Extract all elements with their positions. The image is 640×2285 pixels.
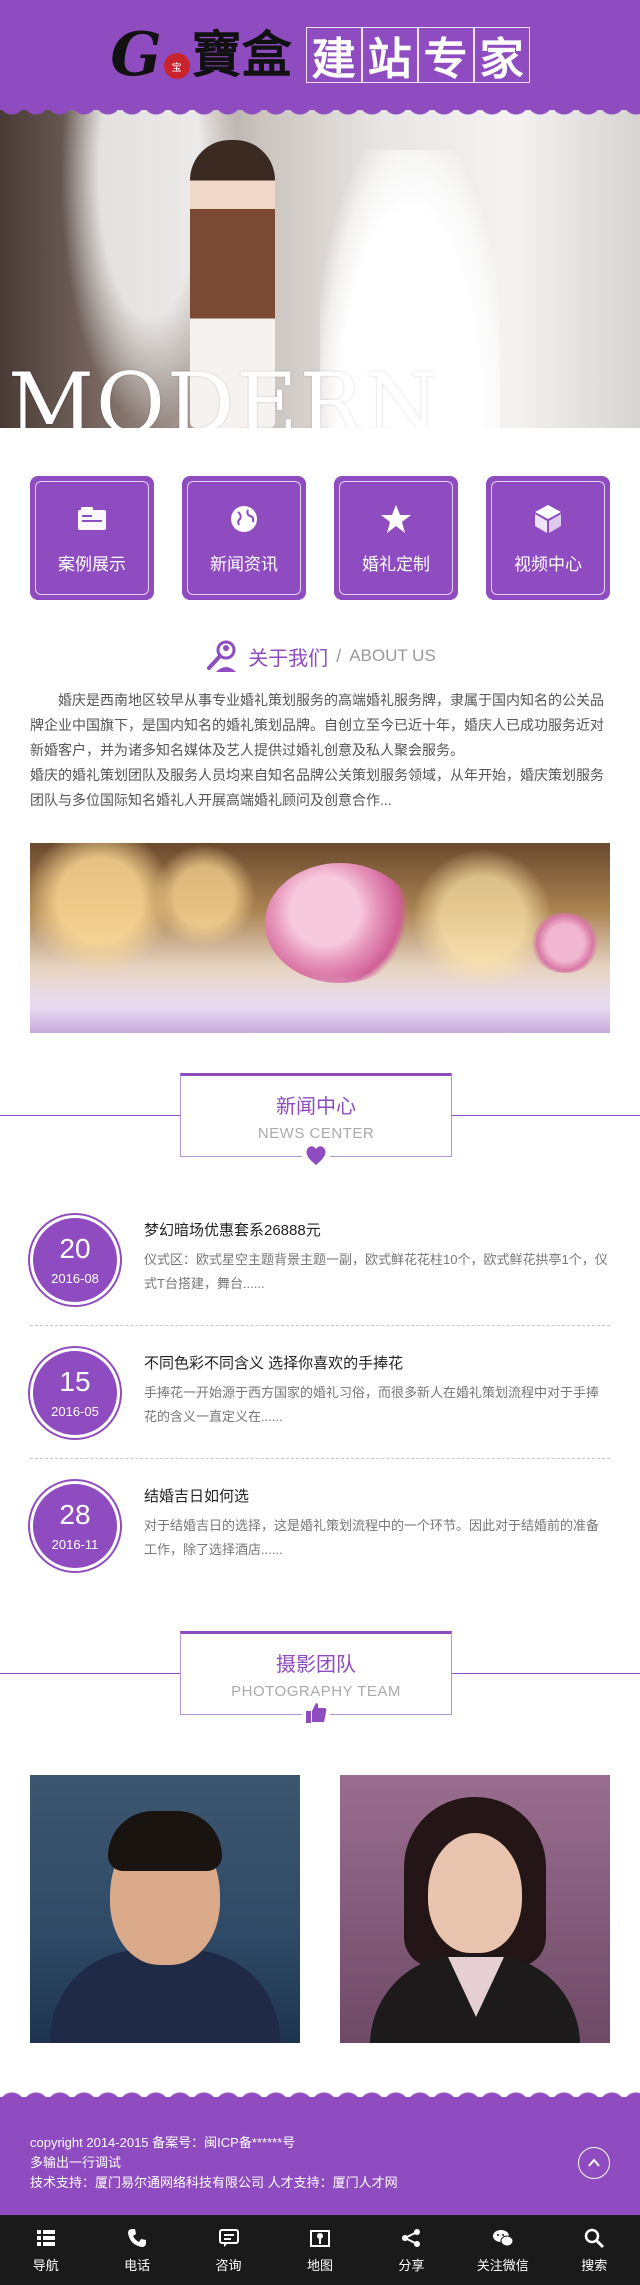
tab-label: 电话 [124, 2257, 151, 2273]
site-footer: copyright 2014-2015 备案号：闽ICP备******号 多输出… [0, 2089, 640, 2215]
quick-nav-wedding[interactable]: 婚礼定制 [334, 476, 458, 600]
tab-label: 搜索 [581, 2257, 608, 2273]
news-section-title: 新闻中心 NEWS CENTER [0, 1073, 640, 1183]
tab-share[interactable]: 分享 [367, 2227, 455, 2274]
news-desc: 对于结婚吉日的选择，这是婚礼策划流程中的一个环节。因此对于结婚前的准备工作，除了… [144, 1518, 600, 1557]
banner-overlay-text: MODERN [8, 355, 441, 428]
quick-nav-label: 婚礼定制 [362, 554, 430, 574]
about-subtitle: ABOUT US [349, 646, 436, 665]
date-day: 20 [59, 1232, 91, 1264]
quick-nav-label: 视频中心 [514, 554, 582, 574]
chat-icon [218, 2228, 239, 2247]
date-day: 15 [59, 1365, 91, 1397]
news-title-en: NEWS CENTER [257, 1125, 375, 1142]
slogan-char: 家 [473, 27, 530, 85]
tab-label: 咨询 [215, 2257, 242, 2273]
tab-label: 地图 [306, 2257, 333, 2273]
quick-nav-cases[interactable]: 案例展示 [30, 476, 154, 600]
tech-support-text: 技术支持：厦门易尔通网络科技有限公司 人才支持：厦门人才网 [30, 2175, 398, 2190]
heart-icon [306, 1146, 326, 1165]
about-photo[interactable] [30, 843, 610, 1033]
date-year-month: 2016-11 [51, 1536, 99, 1552]
team-title-en: PHOTOGRAPHY TEAM [231, 1683, 401, 1700]
tab-label: 导航 [32, 2257, 59, 2273]
folder-icon [78, 506, 106, 530]
date-badge: 20 2016-08 [30, 1215, 120, 1305]
bottom-tabbar: 导航 电话 咨询 地图 分享 关注微信 搜索 [0, 2215, 640, 2285]
date-day: 28 [59, 1498, 91, 1530]
tab-phone[interactable]: 电话 [93, 2227, 181, 2274]
hero-banner[interactable]: MODERN [0, 110, 640, 428]
tab-label: 分享 [398, 2257, 425, 2273]
news-item[interactable]: 15 2016-05 不同色彩不同含义 选择你喜欢的手捧花 手捧花一开始源于西方… [30, 1326, 610, 1459]
tab-nav[interactable]: 导航 [2, 2227, 90, 2274]
quick-nav-news[interactable]: 新闻资讯 [182, 476, 306, 600]
news-title[interactable]: 结婚吉日如何选 [144, 1485, 610, 1506]
team-member-photo[interactable] [30, 1775, 300, 2043]
news-desc: 手捧花一开始源于西方国家的婚礼习俗，而很多新人在婚礼策划流程中对于手捧花的含义一… [144, 1385, 600, 1424]
about-heading: 关于我们 / ABOUT US [0, 638, 640, 674]
news-item[interactable]: 28 2016-11 结婚吉日如何选 对于结婚吉日的选择，这是婚礼策划流程中的一… [30, 1459, 610, 1591]
tab-map[interactable]: 地图 [276, 2227, 364, 2274]
star-icon [381, 504, 411, 533]
slogan: 建 站 专 家 [305, 27, 530, 85]
news-title[interactable]: 不同色彩不同含义 选择你喜欢的手捧花 [144, 1352, 610, 1373]
about-paragraph: 婚庆是西南地区较早从事专业婚礼策划服务的高端婚礼服务牌，隶属于国内知名的公关品牌… [30, 692, 604, 758]
site-logo[interactable]: G 宝 寶盒 [110, 25, 291, 85]
news-item[interactable]: 20 2016-08 梦幻暗场优惠套系26888元 仪式区：欧式星空主题背景主题… [30, 1193, 610, 1326]
globe-icon [231, 505, 257, 532]
news-title[interactable]: 梦幻暗场优惠套系26888元 [144, 1219, 610, 1240]
logo-name: 寶盒 [191, 25, 292, 84]
chevron-up-icon [588, 2158, 600, 2167]
back-to-top-button[interactable] [578, 2147, 610, 2179]
about-text: 婚庆是西南地区较早从事专业婚礼策划服务的高端婚礼服务牌，隶属于国内知名的公关品牌… [0, 674, 640, 813]
about-section: 关于我们 / ABOUT US 婚庆是西南地区较早从事专业婚礼策划服务的高端婚礼… [0, 638, 640, 1033]
date-badge: 28 2016-11 [30, 1481, 120, 1571]
magnifier-user-icon [207, 640, 237, 672]
search-icon [584, 2228, 605, 2248]
news-title-cn: 新闻中心 [276, 1096, 356, 1118]
phone-icon [128, 2228, 147, 2247]
flower-arrangement [265, 863, 415, 983]
tab-consult[interactable]: 咨询 [185, 2227, 273, 2274]
about-title: 关于我们 [248, 647, 329, 670]
about-separator: / [336, 645, 342, 666]
copyright-text: copyright 2014-2015 备案号：闽ICP备******号 [30, 2135, 296, 2150]
quick-nav: 案例展示 新闻资讯 婚礼定制 视频中心 [0, 428, 640, 600]
team-gallery [0, 1741, 640, 2043]
quick-nav-video[interactable]: 视频中心 [486, 476, 610, 600]
slogan-char: 专 [417, 27, 474, 85]
team-title-cn: 摄影团队 [276, 1654, 356, 1676]
wechat-icon [492, 2229, 514, 2246]
logo-seal: 宝 [163, 53, 190, 79]
news-desc: 仪式区：欧式星空主题背景主题一副，欧式鲜花花柱10个，欧式鲜花拱亭1个，仪式T台… [144, 1252, 608, 1291]
thumbs-up-icon [306, 1703, 327, 1723]
slogan-char: 站 [361, 27, 418, 85]
news-list: 20 2016-08 梦幻暗场优惠套系26888元 仪式区：欧式星空主题背景主题… [0, 1183, 640, 1591]
date-year-month: 2016-05 [51, 1403, 99, 1419]
date-badge: 15 2016-05 [30, 1348, 120, 1438]
date-year-month: 2016-08 [51, 1270, 99, 1286]
footer-debug-text: 多输出一行调试 [30, 2155, 122, 2170]
map-icon [309, 2229, 330, 2247]
slogan-char: 建 [305, 27, 362, 85]
tab-search[interactable]: 搜索 [550, 2227, 638, 2274]
tab-label: 关注微信 [476, 2257, 529, 2273]
menu-icon [36, 2229, 55, 2246]
site-header: G 宝 寶盒 建 站 专 家 [0, 0, 640, 118]
share-icon [402, 2228, 421, 2247]
tab-wechat[interactable]: 关注微信 [459, 2227, 547, 2274]
team-member-photo[interactable] [340, 1775, 610, 2043]
logo-letter: G [110, 20, 162, 90]
team-section-title: 摄影团队 PHOTOGRAPHY TEAM [0, 1631, 640, 1741]
cube-icon [535, 504, 561, 533]
about-paragraph: 婚庆的婚礼策划团队及服务人员均来自知名品牌公关策划服务领域，从年开始，婚庆策划服… [30, 767, 604, 808]
quick-nav-label: 新闻资讯 [210, 554, 278, 574]
quick-nav-label: 案例展示 [58, 554, 126, 574]
